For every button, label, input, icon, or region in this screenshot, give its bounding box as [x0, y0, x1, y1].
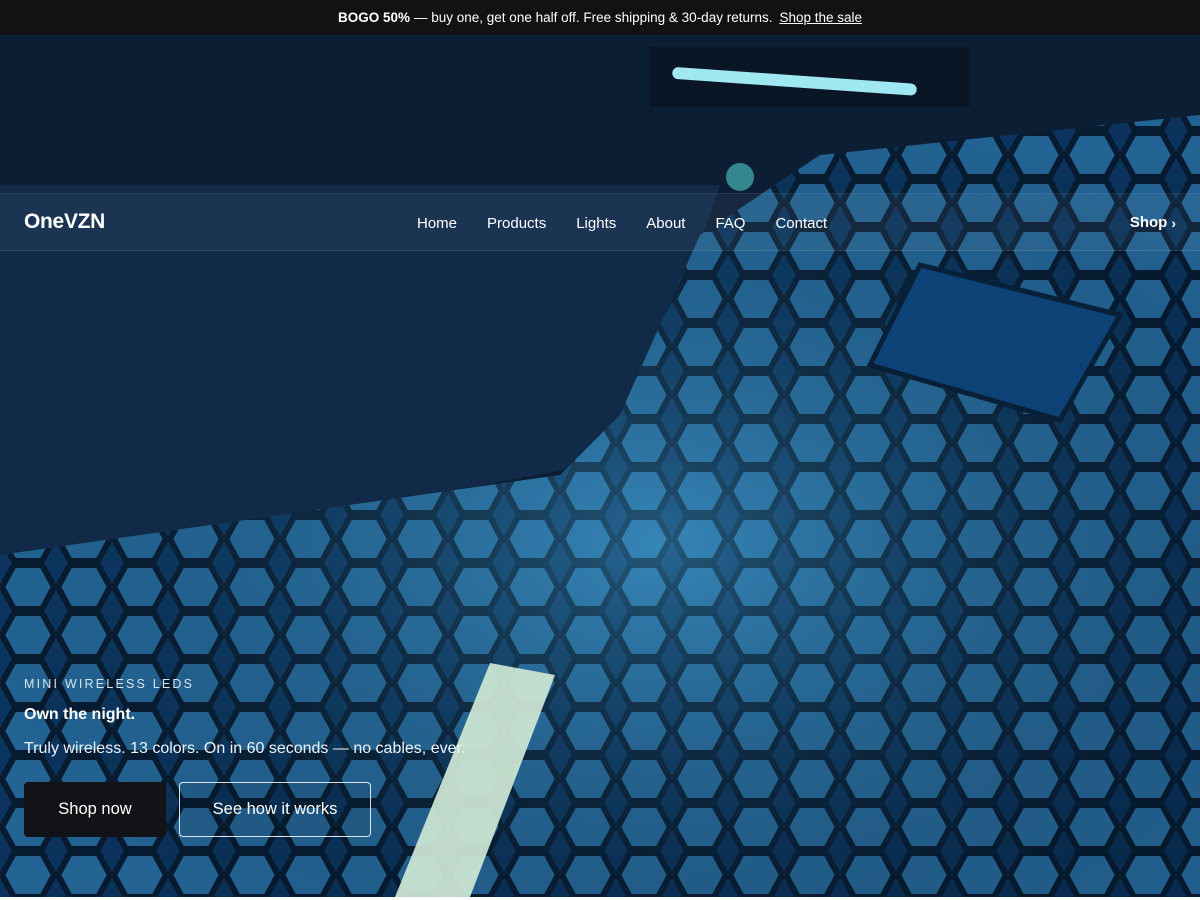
nav-item-faq[interactable]: FAQ	[715, 215, 745, 232]
hero-headline: Own the night.	[24, 706, 136, 723]
nav-item-about[interactable]: About	[646, 215, 685, 232]
main-navbar: OneVZN Home Products Lights About FAQ Co…	[0, 193, 1200, 251]
shop-sale-link[interactable]: Shop the sale	[779, 10, 862, 25]
nav-item-home[interactable]: Home	[417, 215, 457, 232]
shop-nav-button[interactable]: Shop ›	[1130, 214, 1176, 231]
hero-background-image	[0, 35, 1200, 897]
announcement-text: — buy one, get one half off. Free shippi…	[414, 10, 773, 25]
hero-subtext: Truly wireless. 13 colors. On in 60 seco…	[24, 740, 466, 757]
announcement-bar: BOGO 50% — buy one, get one half off. Fr…	[0, 0, 1200, 35]
shop-now-button[interactable]: Shop now	[24, 782, 166, 837]
nav-item-contact[interactable]: Contact	[775, 215, 827, 232]
shop-nav-label: Shop	[1129, 214, 1168, 231]
nav-menu: Home Products Lights About FAQ Contact	[402, 194, 842, 252]
chevron-right-icon: ›	[1171, 214, 1176, 231]
brand-logo[interactable]: OneVZN	[24, 210, 105, 234]
hero-copy: MINI WIRELESS LEDS Own the night. Truly …	[24, 677, 465, 758]
nav-item-lights[interactable]: Lights	[576, 215, 616, 232]
nav-item-products[interactable]: Products	[487, 215, 546, 232]
hero-eyebrow: MINI WIRELESS LEDS	[24, 677, 195, 691]
see-how-it-works-button[interactable]: See how it works	[179, 782, 371, 837]
announcement-promo: BOGO 50%	[337, 10, 410, 25]
hero-section	[0, 35, 1200, 897]
